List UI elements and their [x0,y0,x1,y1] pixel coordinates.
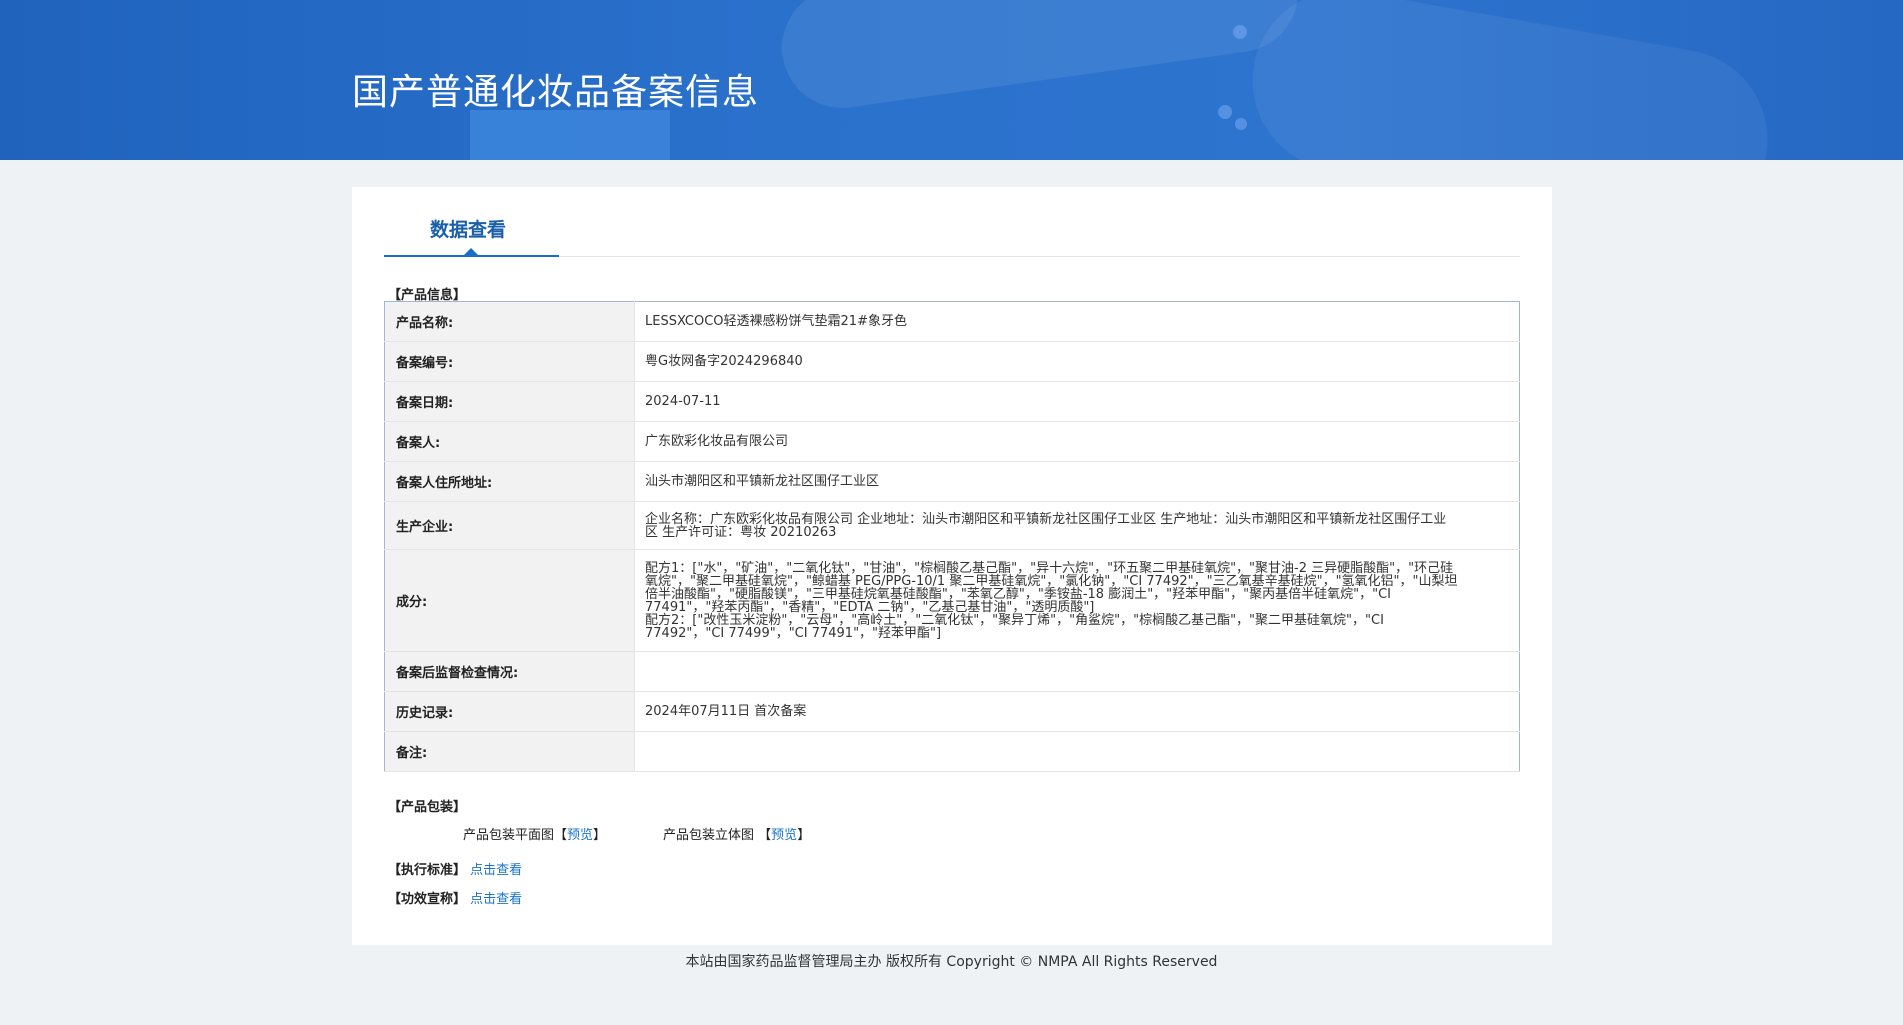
tab-bar: 数据查看 [384,187,1520,257]
table-row: 备案编号: 粤G妆网备字2024296840 [384,341,1520,382]
row-label: 备案编号: [384,341,635,382]
page-title: 国产普通化妆品备案信息 [352,72,760,113]
table-row: 备注: [384,731,1520,772]
inspection-value [634,651,1520,692]
row-label: 备案人住所地址: [384,461,635,502]
tab-data-view[interactable]: 数据查看 [384,187,559,257]
table-row: 成分: 配方1：["水"，"矿油"，"二氧化钛"，"甘油"，"棕榈酸乙基己酯"，… [384,549,1520,652]
table-row: 产品名称: LESSXCOCO轻透裸感粉饼气垫霜21#象牙色 [384,301,1520,342]
content-card: 数据查看 【产品信息】 产品名称: LESSXCOCO轻透裸感粉饼气垫霜21#象… [352,187,1552,945]
row-label: 备注: [384,731,635,772]
package-flat-label: 产品包装平面图 [463,828,555,843]
row-label: 成分: [384,549,635,652]
efficacy-view-link[interactable]: 点击查看 [470,892,522,907]
package-solid-item: 产品包装立体图 【预览】 [663,824,810,843]
table-row: 备案日期: 2024-07-11 [384,381,1520,422]
table-row: 备案人住所地址: 汕头市潮阳区和平镇新龙社区围仔工业区 [384,461,1520,502]
formula-2: 配方2：["改性玉米淀粉"，"云母"，"高岭土"，"二氧化钛"，"聚异丁烯"，"… [645,612,1384,641]
banner-dot [1233,25,1247,39]
banner-decoration [774,0,1306,116]
remarks-value [634,731,1520,772]
standard-label: 【执行标准】 [388,863,467,878]
bracket: 】 [797,828,811,843]
row-label: 备案后监督检查情况: [384,651,635,692]
table-row: 备案人: 广东欧彩化妆品有限公司 [384,421,1520,462]
registrant-address-value: 汕头市潮阳区和平镇新龙社区围仔工业区 [634,461,1520,502]
table-row: 历史记录: 2024年07月11日 首次备案 [384,691,1520,732]
table-row: 生产企业: 企业名称：广东欧彩化妆品有限公司 企业地址：汕头市潮阳区和平镇新龙社… [384,501,1520,550]
row-label: 备案日期: [384,381,635,422]
flat-preview-link[interactable]: 预览 [567,828,593,843]
standard-view-link[interactable]: 点击查看 [470,863,522,878]
product-name-value: LESSXCOCO轻透裸感粉饼气垫霜21#象牙色 [634,301,1520,342]
banner-dot [1235,118,1247,130]
solid-preview-link[interactable]: 预览 [771,828,797,843]
package-flat-item: 产品包装平面图【预览】 [463,824,606,843]
row-label: 产品名称: [384,301,635,342]
row-label: 生产企业: [384,501,635,550]
formula-1: 配方1：["水"，"矿油"，"二氧化钛"，"甘油"，"棕榈酸乙基己酯"，"异十六… [645,560,1458,615]
header-banner: 国产普通化妆品备案信息 [0,0,1903,160]
bracket: 】 [593,828,607,843]
history-value: 2024年07月11日 首次备案 [634,691,1520,732]
tab-label: 数据查看 [430,219,507,241]
registrant-value: 广东欧彩化妆品有限公司 [634,421,1520,462]
active-tab-caret-icon [464,248,478,255]
banner-decoration [1238,0,1782,160]
manufacturer-value: 企业名称：广东欧彩化妆品有限公司 企业地址：汕头市潮阳区和平镇新龙社区围仔工业区… [634,501,1520,550]
registration-date-value: 2024-07-11 [634,381,1520,422]
banner-dot [1218,105,1232,119]
row-label: 备案人: [384,421,635,462]
packaging-heading: 【产品包装】 [388,800,467,815]
footer-copyright: 本站由国家药品监督管理局主办 版权所有 Copyright © NMPA All… [685,954,1218,970]
registration-number-value: 粤G妆网备字2024296840 [634,341,1520,382]
efficacy-label: 【功效宣称】 [388,892,467,907]
efficacy-row: 【功效宣称】 点击查看 [388,888,522,907]
bracket: 【 [554,828,568,843]
row-label: 历史记录: [384,691,635,732]
table-row: 备案后监督检查情况: [384,651,1520,692]
ingredients-value: 配方1：["水"，"矿油"，"二氧化钛"，"甘油"，"棕榈酸乙基己酯"，"异十六… [634,549,1520,652]
product-info-table: 产品名称: LESSXCOCO轻透裸感粉饼气垫霜21#象牙色 备案编号: 粤G妆… [384,301,1520,772]
bracket: 【 [758,828,772,843]
standard-row: 【执行标准】 点击查看 [388,859,522,878]
package-solid-label: 产品包装立体图 [663,828,755,843]
